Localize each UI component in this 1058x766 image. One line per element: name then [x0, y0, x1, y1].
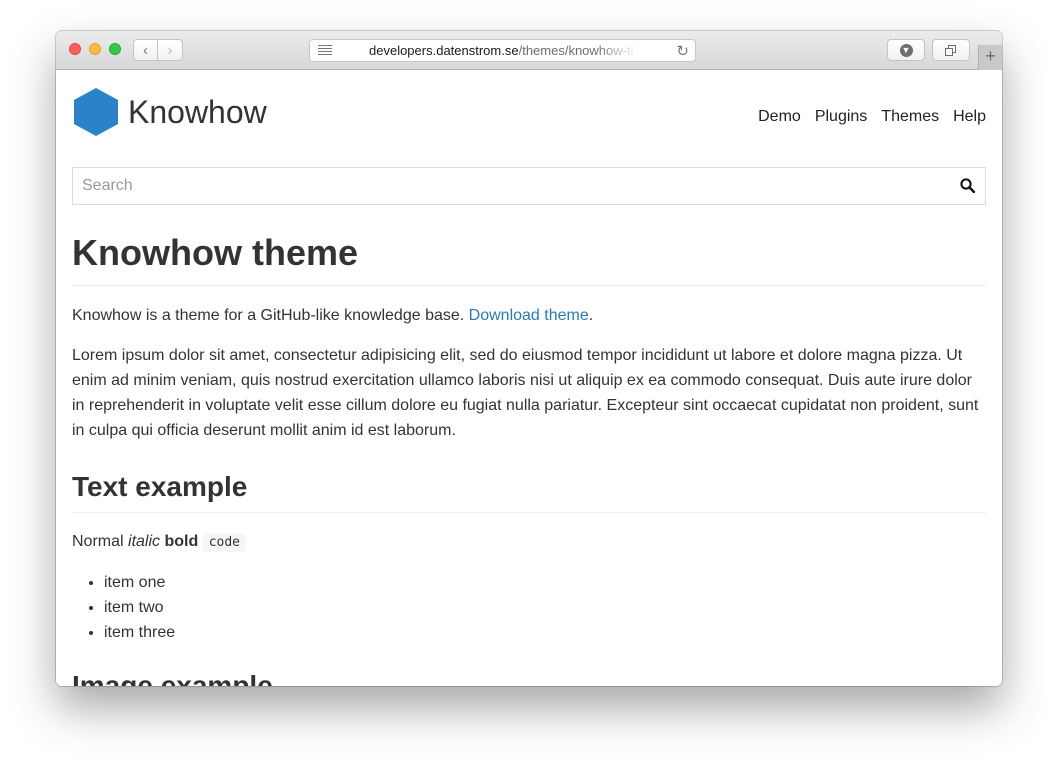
search-box	[72, 167, 986, 205]
intro-text: Knowhow is a theme for a GitHub-like kno…	[72, 307, 469, 324]
formatting-line: Normal italic bold code	[72, 529, 986, 555]
site-name[interactable]: Knowhow	[128, 92, 267, 132]
search-input[interactable]	[73, 168, 953, 204]
show-tabs-button[interactable]	[932, 39, 970, 61]
url-text: developers.datenstrom.se/themes/knowhow-…	[369, 43, 637, 58]
list-item: item two	[104, 595, 986, 620]
image-example-heading: Image example	[72, 670, 273, 686]
intro-end: .	[588, 307, 594, 324]
reader-view-icon[interactable]	[318, 45, 332, 56]
bold-text: bold	[164, 533, 199, 550]
nav-link-themes[interactable]: Themes	[881, 108, 939, 126]
article: Knowhow theme Knowhow is a theme for a G…	[72, 231, 986, 686]
search-icon[interactable]	[960, 178, 975, 193]
new-tab-button[interactable]: +	[978, 45, 1002, 70]
close-window-button[interactable]	[69, 43, 81, 55]
page-title: Knowhow theme	[72, 231, 986, 286]
nav-link-help[interactable]: Help	[953, 108, 986, 126]
url-path: /themes/knowhow-theme	[518, 43, 637, 58]
back-button[interactable]: ‹	[133, 39, 158, 61]
nav-link-plugins[interactable]: Plugins	[815, 108, 867, 126]
web-page: Knowhow Demo Plugins Themes Help Knowhow…	[56, 71, 1002, 686]
main-nav: Demo Plugins Themes Help	[758, 108, 986, 126]
forward-button[interactable]: ›	[158, 39, 183, 61]
list-item: item one	[104, 570, 986, 595]
download-theme-link[interactable]: Download theme	[469, 307, 589, 324]
code-text: code	[202, 533, 247, 552]
italic-text: italic	[128, 533, 161, 550]
list-item: item three	[104, 620, 986, 645]
intro-paragraph: Knowhow is a theme for a GitHub-like kno…	[72, 303, 986, 328]
browser-window: ‹ › developers.datenstrom.se/themes/know…	[56, 31, 1002, 686]
url-host: developers.datenstrom.se	[369, 43, 519, 58]
normal-text: Normal	[72, 533, 129, 550]
example-list: item one item two item three	[104, 570, 986, 645]
downloads-button[interactable]: ▼	[887, 39, 925, 61]
lorem-paragraph: Lorem ipsum dolor sit amet, consectetur …	[72, 347, 979, 439]
logo-hexagon-icon[interactable]	[73, 87, 119, 137]
chevron-left-icon: ‹	[143, 41, 148, 59]
chevron-right-icon: ›	[167, 41, 173, 59]
tabs-icon	[945, 44, 957, 56]
zoom-window-button[interactable]	[109, 43, 121, 55]
minimize-window-button[interactable]	[89, 43, 101, 55]
address-bar[interactable]: developers.datenstrom.se/themes/knowhow-…	[309, 39, 696, 62]
browser-toolbar: ‹ › developers.datenstrom.se/themes/know…	[56, 31, 1002, 70]
download-icon: ▼	[899, 43, 913, 57]
text-example-heading: Text example	[72, 469, 986, 513]
nav-link-demo[interactable]: Demo	[758, 108, 801, 126]
reload-icon[interactable]: ↻	[676, 42, 689, 60]
